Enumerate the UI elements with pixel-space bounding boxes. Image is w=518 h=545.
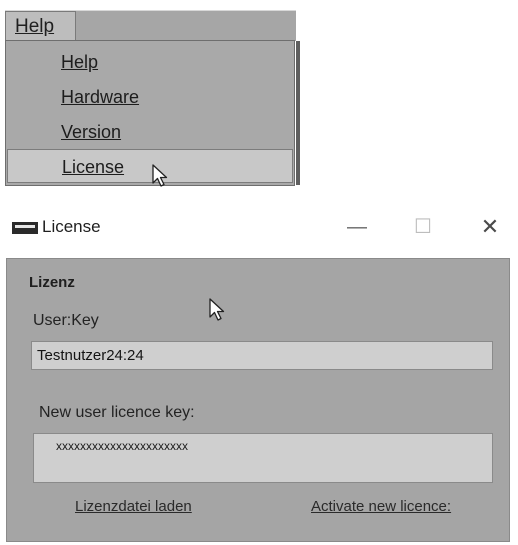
menu-item-help[interactable]: Help: [7, 45, 293, 79]
menu-bar: Help: [5, 10, 296, 41]
minimize-button[interactable]: —: [337, 212, 377, 242]
window-app-icon: [12, 222, 38, 234]
menubar-help-menu[interactable]: Help: [5, 11, 76, 41]
menu-item-license[interactable]: License: [7, 149, 293, 183]
new-key-label: New user licence key:: [39, 404, 195, 421]
window-title-bar[interactable]: License — ☐ ✕: [6, 206, 518, 250]
window-title: License: [42, 217, 101, 236]
menu-item-version[interactable]: Version: [7, 115, 293, 149]
activate-license-link[interactable]: Activate new licence:: [311, 498, 451, 515]
new-key-field[interactable]: xxxxxxxxxxxxxxxxxxxxxx: [33, 433, 493, 483]
screenshot-root: Help Help Hardware Version License Licen…: [0, 0, 518, 545]
maximize-button[interactable]: ☐: [403, 212, 443, 242]
menu-item-hardware[interactable]: Hardware: [7, 80, 293, 114]
user-key-label: User:Key: [33, 312, 99, 329]
close-button[interactable]: ✕: [470, 212, 510, 242]
help-dropdown-menu: Help Hardware Version License: [5, 40, 300, 186]
user-key-field[interactable]: Testnutzer24:24: [31, 341, 493, 370]
group-title-lizenz: Lizenz: [29, 274, 75, 291]
mouse-pointer-icon: [152, 164, 168, 187]
new-key-value: xxxxxxxxxxxxxxxxxxxxxx: [56, 439, 188, 453]
load-license-file-link[interactable]: Lizenzdatei laden: [75, 498, 192, 515]
mouse-pointer-icon: [209, 298, 225, 321]
dropdown-shadow: [296, 41, 300, 185]
